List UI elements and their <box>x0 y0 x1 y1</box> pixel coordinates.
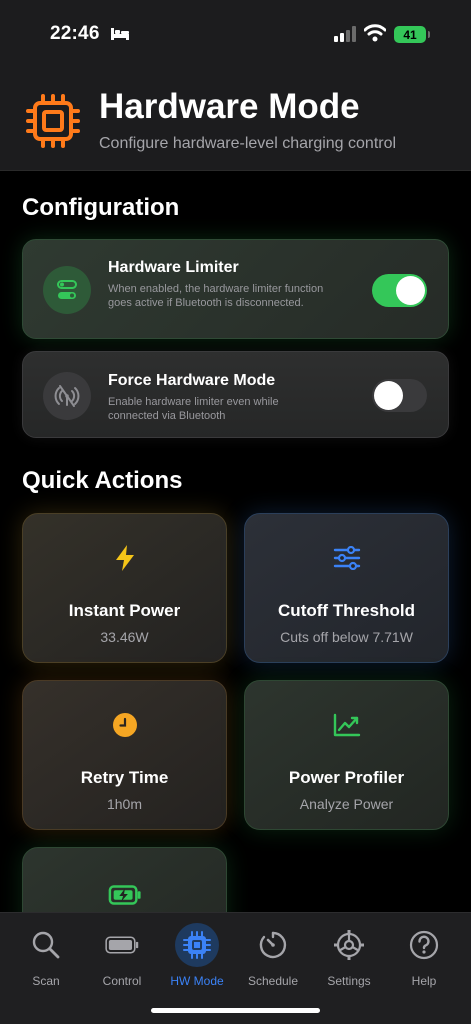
sliders-icon <box>330 541 364 575</box>
hardware-limiter-toggle[interactable] <box>372 274 427 307</box>
cutoff-threshold-value: Cuts off below 7.71W <box>280 629 413 645</box>
cutoff-threshold-title: Cutoff Threshold <box>278 601 415 620</box>
instant-power-card[interactable]: Instant Power 33.46W <box>22 513 227 663</box>
tab-help-label: Help <box>411 974 437 988</box>
force-hardware-mode-toggle[interactable] <box>372 379 427 412</box>
retry-time-value: 1h0m <box>106 796 143 812</box>
tab-scan-label: Scan <box>32 974 60 988</box>
status-time: 22:46 <box>50 23 100 44</box>
tab-settings[interactable]: Settings <box>311 913 387 993</box>
force-hardware-mode-description: Enable hardware limiter even while conne… <box>108 396 279 422</box>
wifi-icon <box>363 24 387 47</box>
force-hardware-mode-card: Force Hardware Mode Enable hardware limi… <box>22 351 449 438</box>
battery-charging-icon <box>108 878 142 912</box>
page-header: Hardware Mode Configure hardware-level c… <box>0 70 471 171</box>
page-subtitle: Configure hardware-level charging contro… <box>99 135 397 152</box>
wireless-off-icon <box>43 372 91 420</box>
chip-icon <box>26 94 80 153</box>
tab-help[interactable]: Help <box>386 913 462 993</box>
page-title: Hardware Mode <box>99 87 360 126</box>
power-profiler-card[interactable]: Power Profiler Analyze Power <box>244 680 449 830</box>
cellular-signal-icon <box>334 26 356 47</box>
help-icon <box>407 928 441 962</box>
instant-power-value: 33.46W <box>100 629 149 645</box>
retry-time-card[interactable]: Retry Time 1h0m <box>22 680 227 830</box>
tab-control[interactable]: Control <box>84 913 160 993</box>
tab-settings-label: Settings <box>327 974 371 988</box>
bolt-icon <box>108 541 142 575</box>
home-indicator <box>151 1008 320 1013</box>
tab-control-label: Control <box>102 974 142 988</box>
clock-icon <box>108 708 142 742</box>
battery-status: 41 <box>394 26 430 43</box>
cutoff-threshold-card[interactable]: Cutoff Threshold Cuts off below 7.71W <box>244 513 449 663</box>
toggle-switches-icon <box>43 266 91 314</box>
power-profiler-title: Power Profiler <box>288 768 405 787</box>
quick-actions-title: Quick Actions <box>22 467 183 494</box>
configuration-title: Configuration <box>22 194 180 221</box>
hardware-limiter-description: When enabled, the hardware limiter funct… <box>108 283 324 309</box>
timer-icon <box>256 928 290 962</box>
chart-icon <box>330 708 364 742</box>
status-bar: 22:46 41 <box>0 0 471 70</box>
power-profiler-subtitle: Analyze Power <box>299 796 394 812</box>
tab-scan[interactable]: Scan <box>8 913 84 993</box>
search-icon <box>29 928 63 962</box>
instant-power-title: Instant Power <box>68 601 181 620</box>
hardware-limiter-card: Hardware Limiter When enabled, the hardw… <box>22 239 449 339</box>
retry-time-title: Retry Time <box>80 768 169 787</box>
gear-icon <box>332 928 366 962</box>
tab-hw-mode-label: HW Mode <box>170 974 224 988</box>
hardware-limiter-title: Hardware Limiter <box>108 259 239 276</box>
battery-icon <box>105 928 139 962</box>
chip-icon <box>175 923 219 967</box>
tab-schedule[interactable]: Schedule <box>235 913 311 993</box>
tab-hw-mode[interactable]: HW Mode <box>159 913 235 993</box>
sleep-bed-icon <box>110 27 130 46</box>
tab-schedule-label: Schedule <box>247 974 299 988</box>
force-hardware-mode-title: Force Hardware Mode <box>108 372 276 389</box>
